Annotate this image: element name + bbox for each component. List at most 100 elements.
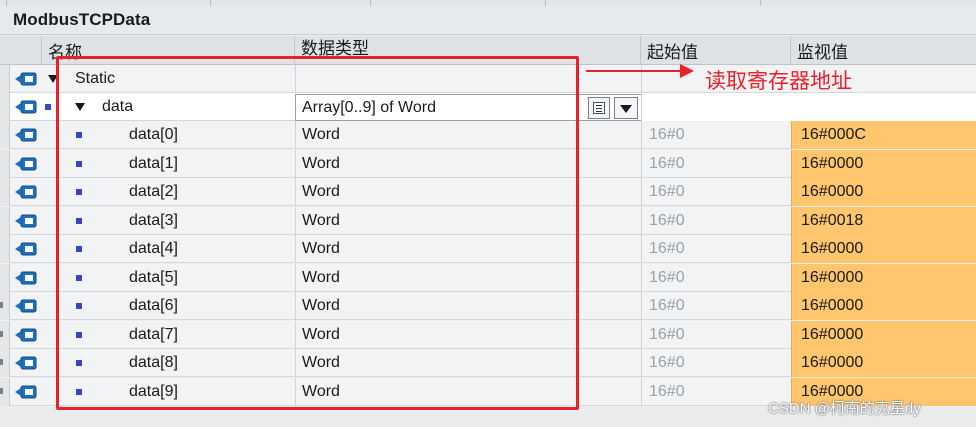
row-gutter: [0, 207, 10, 235]
gutter-marker: [0, 388, 3, 394]
db-tag-icon: [15, 185, 37, 199]
name-cell[interactable]: data[8]: [42, 349, 295, 377]
watermark: CSDN @柯南的克星dy: [768, 400, 921, 417]
start-value-cell[interactable]: 16#0: [641, 121, 791, 149]
name-cell[interactable]: data[1]: [42, 150, 295, 178]
monitor-value-cell: [791, 93, 976, 121]
table-row[interactable]: data[5] Word 16#0 16#0000: [0, 264, 976, 292]
name-cell[interactable]: Static: [42, 65, 295, 93]
type-cell[interactable]: Word: [295, 150, 641, 178]
table-row[interactable]: data[3] Word 16#0 16#0018: [0, 207, 976, 235]
element-start-value: 16#0: [649, 383, 685, 400]
name-cell[interactable]: data[9]: [42, 378, 295, 406]
start-value-cell[interactable]: 16#0: [641, 235, 791, 263]
row-icon-cell: [10, 378, 42, 406]
element-start-value: 16#0: [649, 354, 685, 371]
name-cell[interactable]: data[5]: [42, 264, 295, 292]
element-name: data[1]: [129, 155, 178, 172]
start-value-cell[interactable]: 16#0: [641, 150, 791, 178]
triangle-down-icon[interactable]: [48, 75, 58, 83]
start-value-cell[interactable]: 16#0: [641, 349, 791, 377]
row-gutter: [0, 235, 10, 263]
column-header-name[interactable]: 名称: [42, 36, 295, 64]
element-name: data[4]: [129, 240, 178, 257]
square-bullet-icon: [76, 389, 82, 395]
type-dropdown-button[interactable]: [614, 97, 638, 119]
element-type: Word: [302, 269, 340, 286]
array-name: data: [102, 98, 134, 115]
row-gutter: [0, 292, 10, 320]
monitor-value-cell: 16#0000: [791, 150, 976, 178]
type-cell[interactable]: Word: [295, 264, 641, 292]
table-row[interactable]: data[1] Word 16#0 16#0000: [0, 150, 976, 178]
annotation-arrow-line: [586, 70, 682, 72]
element-start-value: 16#0: [649, 183, 685, 200]
name-cell[interactable]: data[6]: [42, 292, 295, 320]
element-monitor-value: 16#000C: [801, 126, 866, 143]
row-icon-cell: [10, 207, 42, 235]
db-tag-icon: [15, 299, 37, 313]
name-cell[interactable]: data[3]: [42, 207, 295, 235]
name-cell[interactable]: data[7]: [42, 321, 295, 349]
gutter-marker: [0, 359, 3, 365]
element-start-value: 16#0: [649, 155, 685, 172]
start-value-cell[interactable]: [641, 93, 791, 121]
column-header-monitor-value[interactable]: 监视值: [791, 36, 976, 64]
column-header-data-type[interactable]: 数据类型: [295, 36, 641, 64]
monitor-value-cell: 16#0000: [791, 235, 976, 263]
element-type: Word: [302, 326, 340, 343]
triangle-down-icon[interactable]: [75, 103, 85, 111]
table-row-array[interactable]: data Array[0..9] of Word: [0, 93, 976, 121]
element-start-value: 16#0: [649, 269, 685, 286]
type-list-button[interactable]: [588, 97, 610, 119]
row-gutter: [0, 349, 10, 377]
start-value-cell[interactable]: 16#0: [641, 178, 791, 206]
start-value-cell[interactable]: 16#0: [641, 321, 791, 349]
row-gutter: [0, 178, 10, 206]
square-bullet-icon: [76, 332, 82, 338]
table-row[interactable]: data[0] Word 16#0 16#000C: [0, 121, 976, 149]
element-type: Word: [302, 297, 340, 314]
start-value-cell[interactable]: 16#0: [641, 264, 791, 292]
element-monitor-value: 16#0000: [801, 183, 864, 200]
element-type: Word: [302, 354, 340, 371]
type-cell[interactable]: Word: [295, 121, 641, 149]
element-start-value: 16#0: [649, 126, 685, 143]
table-row[interactable]: data[6] Word 16#0 16#0000: [0, 292, 976, 320]
type-cell[interactable]: Word: [295, 235, 641, 263]
start-value-cell[interactable]: 16#0: [641, 292, 791, 320]
name-cell[interactable]: data[0]: [42, 121, 295, 149]
annotation-arrow-head-icon: [680, 64, 694, 78]
table-row[interactable]: data[2] Word 16#0 16#0000: [0, 178, 976, 206]
element-monitor-value: 16#0000: [801, 354, 864, 371]
column-header-start-value[interactable]: 起始值: [641, 36, 791, 64]
monitor-value-cell: 16#0000: [791, 178, 976, 206]
element-monitor-value: 16#0018: [801, 212, 864, 229]
element-name: data[8]: [129, 354, 178, 371]
start-value-cell[interactable]: 16#0: [641, 207, 791, 235]
type-cell[interactable]: Word: [295, 178, 641, 206]
element-name: data[7]: [129, 326, 178, 343]
square-bullet-icon: [76, 360, 82, 366]
row-gutter: [0, 378, 10, 406]
row-icon-cell: [10, 292, 42, 320]
table-row[interactable]: data[4] Word 16#0 16#0000: [0, 235, 976, 263]
monitor-value-cell: 16#0000: [791, 321, 976, 349]
element-type: Word: [302, 155, 340, 172]
table-row[interactable]: data[7] Word 16#0 16#0000: [0, 321, 976, 349]
square-bullet-icon: [76, 132, 82, 138]
type-cell[interactable]: Word: [295, 292, 641, 320]
list-icon: [593, 102, 605, 114]
type-cell[interactable]: Word: [295, 349, 641, 377]
type-cell[interactable]: Word: [295, 378, 641, 406]
table-row[interactable]: data[8] Word 16#0 16#0000: [0, 349, 976, 377]
element-type: Word: [302, 383, 340, 400]
type-cell[interactable]: Word: [295, 321, 641, 349]
row-icon-cell: [10, 264, 42, 292]
name-cell[interactable]: data[2]: [42, 178, 295, 206]
type-cell[interactable]: Word: [295, 207, 641, 235]
name-cell[interactable]: data: [42, 93, 295, 121]
element-monitor-value: 16#0000: [801, 297, 864, 314]
name-cell[interactable]: data[4]: [42, 235, 295, 263]
column-header-data-type-label: 数据类型: [301, 39, 369, 58]
